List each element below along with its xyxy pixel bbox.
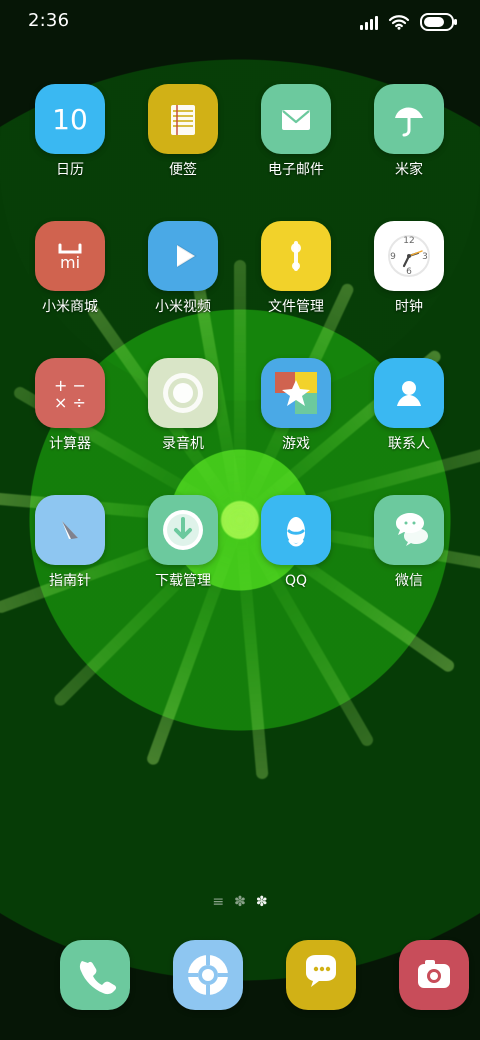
app-downloads[interactable]: 下载管理 xyxy=(123,495,243,615)
star-icon xyxy=(261,358,331,428)
status-icons xyxy=(360,11,457,33)
app-wechat[interactable]: 微信 xyxy=(349,495,469,615)
app-mistore[interactable]: mi 小米商城 xyxy=(10,221,130,341)
wechat-icon xyxy=(374,495,444,565)
dock-app-phone[interactable] xyxy=(35,940,155,1020)
dock-app-messages[interactable] xyxy=(261,940,381,1020)
svg-text:3: 3 xyxy=(422,252,428,262)
app-label: 日历 xyxy=(56,162,84,178)
file-manager-icon xyxy=(261,221,331,291)
app-label: 指南针 xyxy=(49,573,91,589)
mi-store-icon: mi xyxy=(35,221,105,291)
app-label: 计算器 xyxy=(49,436,91,452)
browser-icon xyxy=(173,940,243,1010)
phone-icon xyxy=(60,940,130,1010)
app-label: 米家 xyxy=(395,162,423,178)
mail-icon xyxy=(261,84,331,154)
app-files[interactable]: 文件管理 xyxy=(236,221,356,341)
app-label: 游戏 xyxy=(282,436,310,452)
qq-icon xyxy=(261,495,331,565)
app-games[interactable]: 游戏 xyxy=(236,358,356,478)
app-label: QQ xyxy=(284,573,308,589)
recorder-icon xyxy=(148,358,218,428)
play-icon xyxy=(148,221,218,291)
app-notes[interactable]: 便签 xyxy=(123,84,243,204)
app-label: 下载管理 xyxy=(155,573,211,589)
status-bar: 2:36 xyxy=(0,0,480,44)
app-calculator[interactable]: + − × ÷ 计算器 xyxy=(10,358,130,478)
page-dot: ✽ xyxy=(255,894,268,910)
calendar-day: 10 xyxy=(52,103,88,136)
app-label: 电子邮件 xyxy=(268,162,324,178)
app-email[interactable]: 电子邮件 xyxy=(236,84,356,204)
camera-icon xyxy=(399,940,469,1010)
calculator-icon: + − × ÷ xyxy=(35,358,105,428)
status-time: 2:36 xyxy=(28,10,70,31)
page-indicator-menu: ≡ xyxy=(212,894,225,910)
page-dot: ✽ xyxy=(234,894,246,910)
app-mivideo[interactable]: 小米视频 xyxy=(123,221,243,341)
app-compass[interactable]: 指南针 xyxy=(10,495,130,615)
dock-app-browser[interactable] xyxy=(148,940,268,1020)
app-recorder[interactable]: 录音机 xyxy=(123,358,243,478)
umbrella-icon xyxy=(374,84,444,154)
app-clock[interactable]: 12 3 6 9 时钟 xyxy=(349,221,469,341)
app-label: 小米商城 xyxy=(42,299,98,315)
svg-text:12: 12 xyxy=(403,236,414,246)
dock-app-camera[interactable] xyxy=(374,940,480,1020)
clock-icon: 12 3 6 9 xyxy=(374,221,444,291)
battery-icon xyxy=(420,13,457,31)
app-label: 文件管理 xyxy=(268,299,324,315)
wifi-icon xyxy=(388,14,410,30)
app-label: 便签 xyxy=(169,162,197,178)
app-mihome[interactable]: 米家 xyxy=(349,84,469,204)
app-label: 联系人 xyxy=(388,436,430,452)
page-indicator: ≡ ✽ ✽ xyxy=(0,894,480,910)
messages-icon xyxy=(286,940,356,1010)
app-qq[interactable]: QQ xyxy=(236,495,356,615)
svg-text:9: 9 xyxy=(390,252,396,262)
app-contacts[interactable]: 联系人 xyxy=(349,358,469,478)
svg-text:× ÷: × ÷ xyxy=(54,393,86,412)
dock xyxy=(0,940,480,1020)
notes-icon xyxy=(148,84,218,154)
battery-level xyxy=(424,17,444,27)
app-label: 录音机 xyxy=(162,436,204,452)
svg-text:6: 6 xyxy=(406,267,412,277)
calendar-icon: 10 xyxy=(35,84,105,154)
app-label: 微信 xyxy=(395,573,423,589)
compass-icon xyxy=(35,495,105,565)
svg-text:mi: mi xyxy=(60,253,80,272)
app-label: 小米视频 xyxy=(155,299,211,315)
signal-icon xyxy=(360,14,378,30)
contacts-icon xyxy=(374,358,444,428)
app-label: 时钟 xyxy=(395,299,423,315)
app-calendar[interactable]: 10 日历 xyxy=(10,84,130,204)
download-icon xyxy=(148,495,218,565)
